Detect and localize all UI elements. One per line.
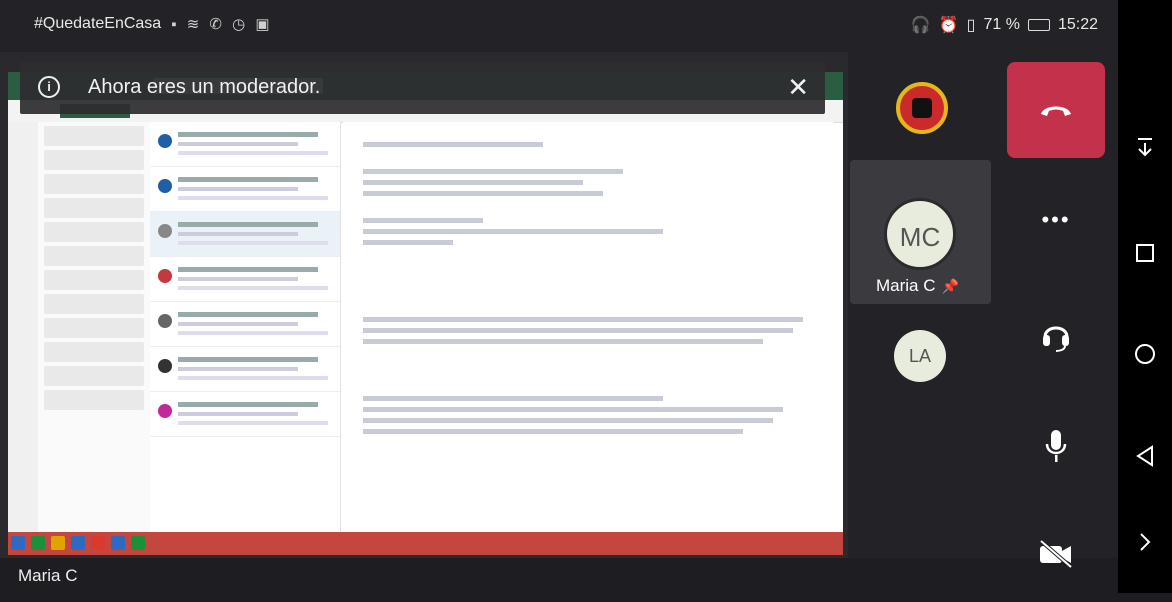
banner-message: Ahora eres un moderador.: [88, 76, 321, 98]
shared-mail-item: [150, 392, 340, 437]
shared-mail-item: [150, 122, 340, 167]
microphone-button[interactable]: [1007, 398, 1105, 494]
close-icon[interactable]: ✕: [787, 72, 809, 103]
more-options-button[interactable]: •••: [1007, 172, 1105, 268]
shared-mail-item: [150, 257, 340, 302]
audio-button[interactable]: [1007, 288, 1105, 384]
status-left: #QuedateEnCasa ▪ ≋ ✆ ◷ ▣: [34, 15, 273, 33]
status-hashtag: #QuedateEnCasa: [34, 15, 162, 32]
back-icon[interactable]: [1131, 442, 1159, 470]
phone-hangup-icon: [1041, 106, 1071, 116]
microphone-icon: [1045, 430, 1067, 462]
status-right: 🎧 ⏰ ▯ 71 % 15:22: [911, 15, 1098, 35]
notification-icons: ▪ ≋ ✆ ◷ ▣: [171, 16, 273, 33]
participant-name: Maria C 📌: [876, 276, 959, 295]
headset-status-icon: 🎧: [910, 17, 931, 34]
info-icon: i: [38, 76, 60, 98]
clock: 15:22: [1057, 16, 1098, 33]
emblem-avatar: [896, 82, 948, 134]
shared-app-rail: [8, 122, 38, 532]
hangup-button[interactable]: [1007, 62, 1105, 158]
headset-icon: [1043, 326, 1069, 352]
participant-tile-mc[interactable]: MC Maria C 📌: [850, 160, 991, 304]
camera-button[interactable]: [1007, 506, 1105, 602]
shared-taskbar: [8, 532, 843, 555]
alarm-icon: ⏰: [938, 17, 959, 34]
chevron-right-icon[interactable]: [1131, 528, 1159, 556]
shared-message-list: [150, 122, 341, 532]
pin-icon: 📌: [941, 278, 959, 294]
shared-reading-pane: [343, 122, 833, 532]
avatar: MC: [884, 198, 956, 270]
status-bar: #QuedateEnCasa ▪ ≋ ✆ ◷ ▣ 🎧 ⏰ ▯ 71 % 15:2…: [0, 0, 1118, 52]
presenter-name: Maria C: [18, 566, 78, 585]
more-options-icon: •••: [1041, 207, 1071, 232]
participant-tile-emblem[interactable]: [848, 62, 993, 158]
battery-icon: [1027, 19, 1050, 31]
shared-mail-item: [150, 302, 340, 347]
shared-mail-item: [150, 167, 340, 212]
home-icon[interactable]: [1131, 340, 1159, 368]
shared-mail-item: [150, 212, 340, 257]
camera-off-icon: [1039, 539, 1073, 569]
participants-panel: MC Maria C 📌: [848, 52, 993, 558]
shared-mail-item: [150, 347, 340, 392]
shared-screen[interactable]: [8, 72, 843, 555]
vibrate-icon: ▯: [966, 17, 976, 34]
moderator-banner: i Ahora eres un moderador. ✕: [20, 62, 825, 114]
battery-percent: 71 %: [983, 16, 1020, 33]
recents-icon[interactable]: [1131, 239, 1159, 267]
shared-folder-pane: [38, 122, 151, 532]
navigation-bar: [1118, 0, 1172, 593]
meeting-controls: •••: [993, 52, 1118, 569]
notification-shade-icon[interactable]: [1131, 134, 1159, 162]
participant-avatar-la[interactable]: LA: [894, 330, 946, 382]
